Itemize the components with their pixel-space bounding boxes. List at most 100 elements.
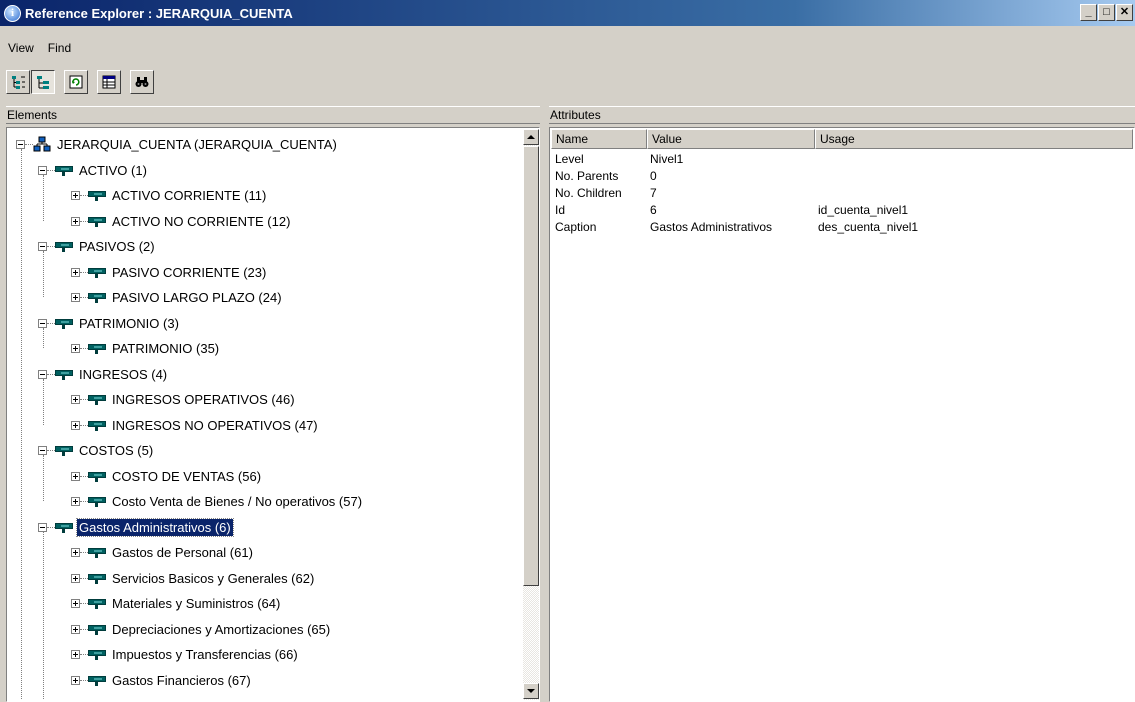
tree-node-label[interactable]: PASIVO LARGO PLAZO (24) (110, 289, 284, 306)
elements-tree[interactable]: JERARQUIA_CUENTA (JERARQUIA_CUENTA) ACTIV… (6, 127, 540, 702)
expand-icon[interactable] (71, 394, 80, 404)
tree-node-label[interactable]: INGRESOS OPERATIVOS (46) (110, 391, 297, 408)
tree-leaf-node[interactable]: PASIVO CORRIENTE (23) (71, 259, 268, 285)
maximize-button[interactable]: □ (1098, 4, 1115, 21)
expand-icon[interactable] (71, 496, 80, 506)
tree-leaf-node[interactable]: COSTO DE VENTAS (56) (71, 463, 263, 489)
collapse-icon[interactable] (16, 139, 25, 149)
close-button[interactable]: ✕ (1116, 4, 1133, 21)
tree-area[interactable]: JERARQUIA_CUENTA (JERARQUIA_CUENTA) ACTIV… (8, 129, 522, 699)
tree-leaf-node[interactable]: PASIVO LARGO PLAZO (24) (71, 284, 284, 310)
tree-leaf-node[interactable]: ACTIVO NO CORRIENTE (12) (71, 208, 292, 234)
tree-group-node[interactable]: ACTIVO (1) (38, 157, 149, 183)
collapse-icon[interactable] (38, 241, 47, 251)
tree-group-node[interactable]: INGRESOS (4) (38, 361, 169, 387)
tree-node-label[interactable]: Gastos de Personal (61) (110, 544, 255, 561)
attr-usage-cell[interactable]: id_cuenta_nivel1 (818, 203, 908, 217)
tree-node-label[interactable]: Servicios Basicos y Generales (62) (110, 570, 316, 587)
expand-icon[interactable] (71, 292, 80, 302)
tree-node-label[interactable]: Gastos Administrativos (6) (76, 517, 234, 537)
tree-node-label[interactable]: ACTIVO NO CORRIENTE (12) (110, 213, 292, 230)
column-header-value[interactable]: Value (647, 129, 815, 149)
attr-name-cell[interactable]: Id (555, 203, 565, 217)
tree-leaf-node[interactable]: Servicios Basicos y Generales (62) (71, 565, 316, 591)
tree-node-label[interactable]: ACTIVO (1) (77, 162, 149, 179)
column-header-name[interactable]: Name (551, 129, 647, 149)
grid-button[interactable] (97, 70, 121, 94)
tree-leaf-node[interactable]: INGRESOS OPERATIVOS (46) (71, 386, 297, 412)
tree-leaf-node[interactable]: PATRIMONIO (35) (71, 335, 221, 361)
tree-node-label[interactable]: Impuestos y Transferencias (66) (110, 646, 300, 663)
hierarchy-view-button[interactable] (31, 70, 55, 94)
tree-node-label[interactable]: INGRESOS (4) (77, 366, 169, 383)
tree-node-label[interactable]: PASIVOS (2) (77, 238, 157, 255)
menu-find[interactable]: Find (40, 39, 77, 59)
attr-value-cell[interactable]: Nivel1 (650, 152, 683, 166)
tree-node-label[interactable]: Depreciaciones y Amortizaciones (65) (110, 621, 332, 638)
tree-leaf-node[interactable]: Gastos de Personal (61) (71, 539, 255, 565)
tree-node-label[interactable]: Gasto Administrativo Puente (69) (110, 697, 305, 700)
tree-group-node[interactable]: Gastos Administrativos (6) (38, 514, 234, 540)
tree-node-label[interactable]: INGRESOS NO OPERATIVOS (47) (110, 417, 320, 434)
scroll-thumb[interactable] (523, 146, 539, 586)
collapse-icon[interactable] (38, 445, 47, 455)
title-bar[interactable]: i Reference Explorer : JERARQUIA_CUENTA … (0, 0, 1135, 26)
scroll-up-button[interactable] (523, 129, 539, 145)
attr-name-cell[interactable]: Level (555, 152, 584, 166)
tree-node-label[interactable]: ACTIVO CORRIENTE (11) (110, 187, 268, 204)
tree-node-label[interactable]: PATRIMONIO (35) (110, 340, 221, 357)
expand-icon[interactable] (71, 547, 80, 557)
attr-usage-cell[interactable]: des_cuenta_nivel1 (818, 220, 918, 234)
expand-icon[interactable] (71, 624, 80, 634)
find-button[interactable] (130, 70, 154, 94)
collapse-icon[interactable] (38, 522, 47, 532)
tree-leaf-node[interactable]: Costo Venta de Bienes / No operativos (5… (71, 488, 364, 514)
tree-node-label[interactable]: COSTOS (5) (77, 442, 155, 459)
scroll-down-button[interactable] (523, 683, 539, 699)
attr-value-cell[interactable]: 7 (650, 186, 657, 200)
tree-group-node[interactable]: PATRIMONIO (3) (38, 310, 181, 336)
attr-value-cell[interactable]: Gastos Administrativos (650, 220, 772, 234)
expand-icon[interactable] (71, 343, 80, 353)
attributes-list[interactable]: Name Value Usage Level Nivel1 No. Parents 0… (549, 127, 1135, 702)
attr-value-cell[interactable]: 6 (650, 203, 657, 217)
expand-icon[interactable] (71, 190, 80, 200)
tree-leaf-node[interactable]: INGRESOS NO OPERATIVOS (47) (71, 412, 320, 438)
expand-icon[interactable] (71, 598, 80, 608)
expand-icon[interactable] (71, 471, 80, 481)
column-header-usage[interactable]: Usage (815, 129, 1133, 149)
expand-icon[interactable] (71, 675, 80, 685)
tree-node-label[interactable]: PASIVO CORRIENTE (23) (110, 264, 268, 281)
attr-name-cell[interactable]: No. Parents (555, 169, 618, 183)
expand-icon[interactable] (71, 420, 80, 430)
tree-leaf-node[interactable]: Impuestos y Transferencias (66) (71, 641, 300, 667)
tree-leaf-node[interactable]: Gasto Administrativo Puente (69) (71, 692, 305, 700)
tree-node-label[interactable]: PATRIMONIO (3) (77, 315, 181, 332)
expand-icon[interactable] (71, 267, 80, 277)
tree-node-label[interactable]: Costo Venta de Bienes / No operativos (5… (110, 493, 364, 510)
expand-icon[interactable] (71, 649, 80, 659)
tree-group-node[interactable]: PASIVOS (2) (38, 233, 157, 259)
minimize-button[interactable]: _ (1080, 4, 1097, 21)
menu-view[interactable]: View (0, 39, 40, 59)
tree-node-label[interactable]: Gastos Financieros (67) (110, 672, 253, 689)
tree-leaf-node[interactable]: ACTIVO CORRIENTE (11) (71, 182, 268, 208)
attr-value-cell[interactable]: 0 (650, 169, 657, 183)
refresh-button[interactable] (64, 70, 88, 94)
tree-leaf-node[interactable]: Gastos Financieros (67) (71, 667, 253, 693)
expand-icon[interactable] (71, 216, 80, 226)
collapse-icon[interactable] (38, 369, 47, 379)
collapse-icon[interactable] (38, 318, 47, 328)
tree-leaf-node[interactable]: Materiales y Suministros (64) (71, 590, 282, 616)
expand-icon[interactable] (71, 573, 80, 583)
tree-leaf-node[interactable]: Depreciaciones y Amortizaciones (65) (71, 616, 332, 642)
attr-name-cell[interactable]: Caption (555, 220, 596, 234)
tree-view-button[interactable] (6, 70, 30, 94)
tree-root[interactable]: JERARQUIA_CUENTA (JERARQUIA_CUENTA) (16, 131, 339, 157)
collapse-icon[interactable] (38, 165, 47, 175)
attr-name-cell[interactable]: No. Children (555, 186, 622, 200)
vertical-scrollbar[interactable] (523, 129, 539, 700)
tree-node-label[interactable]: JERARQUIA_CUENTA (JERARQUIA_CUENTA) (55, 136, 339, 153)
tree-node-label[interactable]: Materiales y Suministros (64) (110, 595, 282, 612)
tree-node-label[interactable]: COSTO DE VENTAS (56) (110, 468, 263, 485)
